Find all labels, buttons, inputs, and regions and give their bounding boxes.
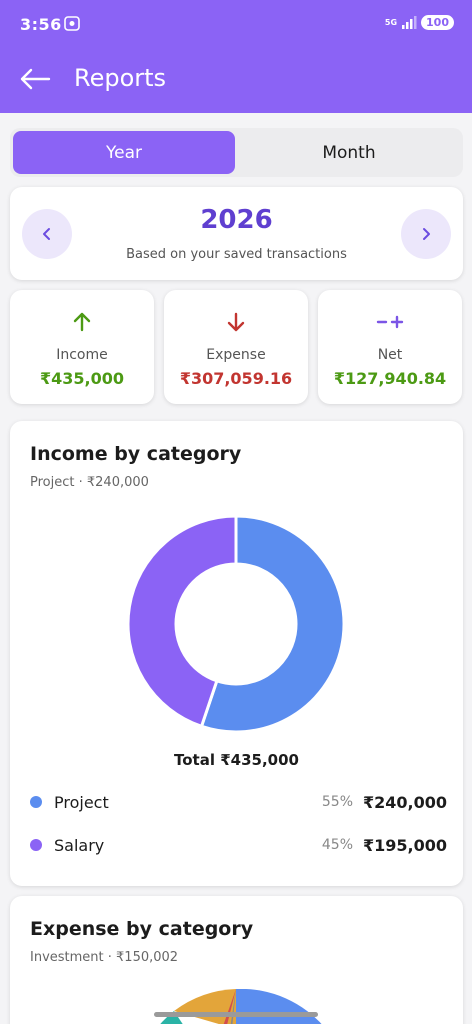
status-time: 3:56 [20,15,62,34]
year-subtitle: Based on your saved transactions [126,247,347,262]
plus-minus-icon [376,315,404,329]
legend-dot [30,796,42,808]
legend-percent: 55% [321,794,353,810]
home-indicator [154,1012,318,1017]
income-label: Income [56,347,108,363]
income-stat-card: Income ₹435,000 [10,290,154,404]
arrow-down-icon [227,312,245,332]
legend-amount: ₹240,000 [363,792,448,812]
income-donut-chart [126,514,346,734]
arrow-up-icon [73,312,91,332]
legend-dot [30,839,42,851]
legend-percent: 45% [321,837,353,853]
expense-category-subtitle: Investment · ₹150,002 [30,950,179,965]
legend-name: Project [54,792,109,812]
screen-record-icon [64,16,80,31]
back-arrow-icon[interactable] [18,62,52,96]
legend-item-salary: Salary 45% ₹195,000 [30,833,448,857]
expense-label: Expense [206,347,266,363]
year-selector-card: 2026 Based on your saved transactions [10,187,463,280]
signal-icon [402,15,417,29]
legend-item-project: Project 55% ₹240,000 [30,790,448,814]
next-year-button[interactable] [401,209,451,259]
chevron-right-icon [423,228,430,240]
income-by-category-card: Income by category Project · ₹240,000 To… [10,421,463,886]
page-title: Reports [74,64,167,92]
expense-by-category-card: Expense by category Investment · ₹150,00… [10,896,463,1024]
tab-year[interactable]: Year [13,131,235,174]
legend-name: Salary [54,835,105,855]
legend-amount: ₹195,000 [363,835,448,855]
period-toggle: Year Month [10,128,463,177]
battery-indicator: 100 [421,15,454,30]
income-total: Total ₹435,000 [174,751,299,769]
net-label: Net [377,347,403,363]
net-value: ₹127,940.84 [333,369,447,388]
app-header: 3:56 5G 100 Reports [0,0,472,113]
income-category-subtitle: Project · ₹240,000 [30,475,149,490]
net-stat-card: Net ₹127,940.84 [318,290,462,404]
tab-month[interactable]: Month [238,131,460,174]
expense-stat-card: Expense ₹307,059.16 [164,290,308,404]
income-category-title: Income by category [30,443,242,465]
status-icons: 5G 100 [385,15,454,30]
selected-year: 2026 [200,205,273,235]
network-type: 5G [384,17,398,27]
expense-value: ₹307,059.16 [179,369,293,388]
expense-donut-chart [160,989,322,1024]
income-value: ₹435,000 [39,369,124,388]
expense-category-title: Expense by category [30,918,254,940]
